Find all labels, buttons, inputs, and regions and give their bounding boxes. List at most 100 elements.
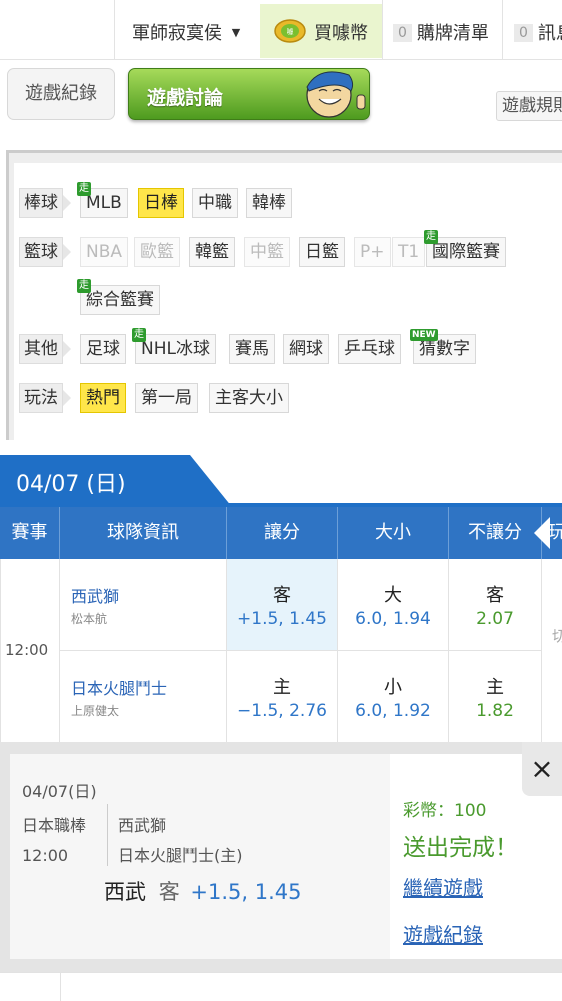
col-total: 大小 (338, 507, 449, 559)
nav-divider (502, 0, 503, 60)
odds-moneyline-home[interactable]: 主 1.82 (449, 651, 542, 743)
game-record-link[interactable]: 遊戲紀錄 (403, 919, 483, 948)
messages-link[interactable]: 0訊息 (514, 19, 562, 45)
close-icon[interactable]: × (522, 742, 562, 796)
user-menu[interactable]: 軍師寂寞侯 ▼ (132, 19, 240, 45)
table-header: 賽事 球隊資訊 讓分 大小 不讓分 玩 (0, 507, 562, 559)
col-moneyline: 不讓分 (449, 507, 542, 559)
odds-side: 小 (384, 677, 402, 698)
success-message: 送出完成！ (403, 835, 518, 861)
pitcher-name: 松本航 (71, 612, 108, 626)
extra-cell-label: 切 (552, 627, 562, 645)
odds-value: 2.07 (476, 609, 514, 629)
filter-popular[interactable]: 熱門 (80, 383, 126, 413)
col-event: 賽事 (0, 507, 60, 559)
filter-cba[interactable]: 中籃 (244, 237, 290, 267)
bet-summary-card: 04/07(日) 日本職棒 12:00 西武獅 日本火腿鬥士(主) 西武 客 +… (10, 754, 390, 959)
top-nav: 軍師寂寞侯 ▼ 噱 買噱幣 0購牌清單 0訊息 (0, 0, 562, 60)
filter-intl-basketball[interactable]: 國際籃賽 (426, 237, 506, 267)
pick-team: 西武 (104, 880, 146, 904)
ticket-list-label: 購牌清單 (416, 23, 489, 44)
filter-list: 棒球 MLB 走 日棒 中職 韓棒 籃球 NBA 歐籃 韓籃 中籃 日籃 P+ … (14, 163, 562, 443)
coin-icon: 噱 (274, 19, 306, 43)
ticket-list-link[interactable]: 0 購牌清單 (393, 19, 489, 45)
extra-cell[interactable]: 切 (542, 559, 562, 743)
filter-t1[interactable]: T1 (392, 237, 426, 267)
row-label-other: 其他 (19, 334, 71, 364)
odds-value: 1.82 (476, 701, 514, 721)
odds-spread-away[interactable]: 客 +1.5, 1.45 (227, 559, 338, 651)
odds-total-over[interactable]: 大 6.0, 1.94 (338, 559, 449, 651)
odds-value: −1.5, 2.76 (237, 701, 327, 721)
new-tag: NEW (410, 329, 438, 341)
chevron-down-icon: ▼ (231, 26, 241, 39)
continue-game-link[interactable]: 繼續遊戲 (403, 872, 483, 901)
row-label-basketball: 籃球 (19, 237, 71, 267)
coins-spent: 彩幣：100 (403, 801, 487, 821)
filter-nhl[interactable]: NHL冰球 (135, 334, 216, 364)
filter-mixed-basketball[interactable]: 綜合籃賽 (80, 285, 160, 315)
user-name: 軍師寂寞侯 (132, 23, 222, 44)
odds-side: 大 (384, 585, 402, 606)
tab-game-record[interactable]: 遊戲紀錄 (7, 68, 115, 120)
popup-date: 04/07(日) (22, 782, 97, 801)
odds-value: 6.0, 1.92 (355, 701, 431, 721)
popup-team-away: 西武獅 (118, 816, 167, 835)
svg-text:噱: 噱 (287, 27, 294, 36)
walk-tag: 走 (77, 182, 91, 196)
odds-side: 主 (273, 677, 291, 698)
ticket-count-badge: 0 (393, 24, 412, 42)
message-count-badge: 0 (514, 24, 533, 42)
filter-horse-racing[interactable]: 賽馬 (229, 334, 275, 364)
team-name[interactable]: 日本火腿鬥士 (71, 675, 167, 699)
pitcher-name: 上原健太 (71, 704, 120, 718)
filter-home-away-total[interactable]: 主客大小 (209, 383, 289, 413)
filter-kbo[interactable]: 韓棒 (246, 188, 292, 218)
col-play: 玩 (548, 522, 562, 543)
walk-tag: 走 (77, 279, 91, 293)
tab-game-discussion-label: 遊戲討論 (147, 87, 224, 109)
messages-label: 訊息 (537, 23, 562, 44)
filter-npb[interactable]: 日棒 (138, 188, 184, 218)
filter-table-tennis[interactable]: 乒乓球 (338, 334, 401, 364)
filter-kbl[interactable]: 韓籃 (189, 237, 235, 267)
odds-value: +1.5, 1.45 (237, 609, 327, 629)
odds-side: 主 (486, 677, 504, 698)
pick-odds: +1.5, 1.45 (190, 880, 302, 904)
popup-team-home: 日本火腿鬥士(主) (118, 846, 243, 865)
buy-coins-label: 買噱幣 (314, 23, 368, 44)
filter-soccer[interactable]: 足球 (80, 334, 126, 364)
filter-tennis[interactable]: 網球 (283, 334, 329, 364)
next-row-strip (0, 972, 562, 1001)
date-banner: 04/07 (日) (0, 455, 562, 507)
filter-nba[interactable]: NBA (80, 237, 129, 267)
odds-total-under[interactable]: 小 6.0, 1.92 (338, 651, 449, 743)
buy-coins-button[interactable]: 噱 買噱幣 (260, 4, 382, 58)
filter-cpbl[interactable]: 中職 (192, 188, 238, 218)
filter-first-inning[interactable]: 第一局 (135, 383, 198, 413)
team-name[interactable]: 西武獅 (71, 583, 119, 607)
popup-divider (107, 804, 108, 866)
popup-pick: 西武 客 +1.5, 1.45 (104, 876, 301, 906)
date-label: 04/07 (日) (16, 472, 126, 497)
nav-divider (114, 0, 115, 60)
row-label-play: 玩法 (19, 383, 71, 413)
odds-moneyline-away[interactable]: 客 2.07 (449, 559, 542, 651)
tab-game-rules[interactable]: 遊戲規則 (496, 91, 562, 121)
filter-panel: 棒球 MLB 走 日棒 中職 韓棒 籃球 NBA 歐籃 韓籃 中籃 日籃 P+ … (6, 150, 562, 443)
col-team-info: 球隊資訊 (60, 507, 227, 559)
odds-value: 6.0, 1.94 (355, 609, 431, 629)
filter-euro-basketball[interactable]: 歐籃 (134, 237, 180, 267)
filter-p-plus[interactable]: P+ (354, 237, 391, 267)
odds-spread-home[interactable]: 主 −1.5, 2.76 (227, 651, 338, 743)
team-cell-home: 日本火腿鬥士 上原健太 (60, 651, 227, 743)
odds-side: 客 (486, 585, 504, 606)
col-spread: 讓分 (227, 507, 338, 559)
nav-divider (382, 0, 383, 60)
popup-league: 日本職棒 (22, 816, 87, 835)
filter-bleague[interactable]: 日籃 (299, 237, 345, 267)
odds-side: 客 (273, 585, 291, 606)
tab-game-discussion[interactable]: 遊戲討論 (128, 68, 370, 120)
bet-confirmation-popup: 04/07(日) 日本職棒 12:00 西武獅 日本火腿鬥士(主) 西武 客 +… (0, 742, 562, 972)
walk-tag: 走 (424, 230, 438, 244)
